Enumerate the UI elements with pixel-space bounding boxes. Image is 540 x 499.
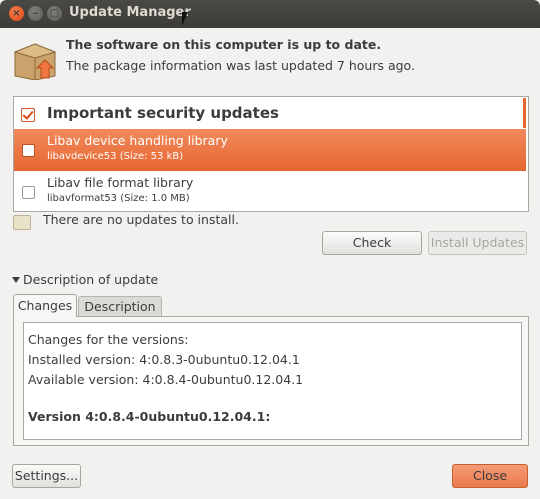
settings-button[interactable]: Settings...	[12, 464, 81, 488]
install-updates-button[interactable]: Install Updates	[428, 231, 527, 255]
group-checkbox[interactable]	[21, 108, 35, 122]
maximize-window-icon[interactable]: □	[47, 6, 62, 21]
changes-line: Installed version: 4:0.8.3-0ubuntu0.12.0…	[28, 352, 300, 367]
changes-textview[interactable]: Changes for the versions: Installed vers…	[23, 322, 522, 440]
update-item-name: Libav device handling library	[47, 133, 228, 148]
updates-list[interactable]: Important security updates Libav device …	[13, 96, 529, 212]
expander-arrow-icon	[12, 277, 20, 283]
info-icon	[13, 215, 31, 230]
window-title: Update Manager	[69, 5, 191, 20]
close-button[interactable]: Close	[452, 464, 528, 488]
status-subtitle: The package information was last updated…	[66, 58, 415, 73]
list-scrollbar[interactable]	[523, 98, 526, 128]
close-window-icon[interactable]: ×	[9, 6, 24, 21]
update-item-name: Libav file format library	[47, 175, 194, 190]
update-group-label: Important security updates	[47, 104, 279, 122]
changes-panel: Changes for the versions: Installed vers…	[13, 316, 529, 446]
update-item-meta: libavdevice53 (Size: 53 kB)	[47, 151, 184, 162]
package-icon	[13, 43, 57, 80]
title-bar[interactable]: × – □ Update Manager	[0, 0, 540, 28]
changes-line: Available version: 4:0.8.4-0ubuntu0.12.0…	[28, 372, 304, 387]
update-item-row[interactable]: Libav file format library libavformat53 …	[14, 171, 526, 211]
check-button[interactable]: Check	[322, 231, 422, 255]
update-item-row[interactable]: Libav device handling library libavdevic…	[14, 129, 526, 171]
update-item-checkbox[interactable]	[22, 186, 35, 199]
update-group-row[interactable]: Important security updates	[14, 97, 526, 129]
mouse-cursor-icon	[182, 12, 188, 26]
update-item-checkbox[interactable]	[22, 144, 35, 157]
update-manager-window: × – □ Update Manager The software on thi…	[0, 0, 540, 499]
expander-label: Description of update	[23, 272, 159, 287]
status-title: The software on this computer is up to d…	[66, 37, 382, 52]
update-item-meta: libavformat53 (Size: 1.0 MB)	[47, 193, 190, 204]
tab-description[interactable]: Description	[78, 296, 162, 316]
info-message: There are no updates to install.	[43, 212, 239, 227]
tab-changes[interactable]: Changes	[13, 294, 77, 317]
changes-version-heading: Version 4:0.8.4-0ubuntu0.12.04.1:	[28, 409, 271, 424]
changes-line: Changes for the versions:	[28, 332, 189, 347]
minimize-window-icon[interactable]: –	[28, 6, 43, 21]
description-expander[interactable]: Description of update	[12, 272, 158, 287]
